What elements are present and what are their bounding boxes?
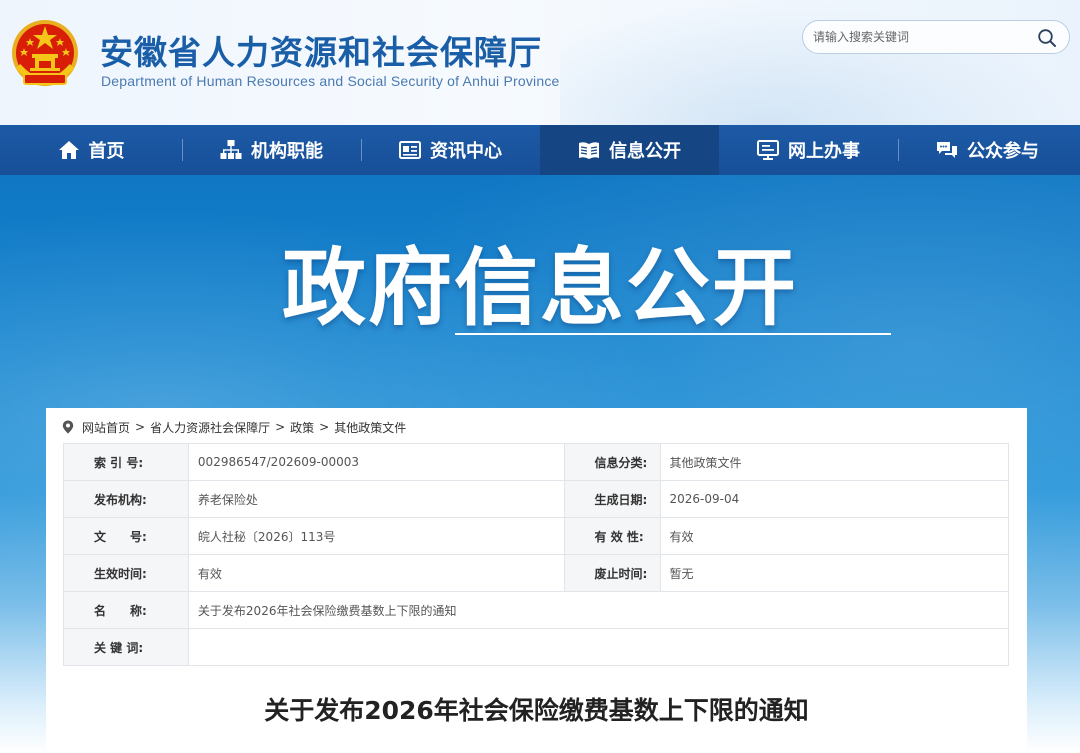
nav-item-public-participation[interactable]: 公众参与 — [898, 125, 1077, 175]
table-row: 关 键 词: — [63, 628, 1010, 666]
site-title[interactable]: 安徽省人力资源和社会保障厅 — [100, 26, 542, 74]
breadcrumb-home[interactable]: 网站首页 — [82, 419, 130, 436]
nav-item-label: 资讯中心 — [430, 141, 502, 162]
breadcrumb-policy[interactable]: 政策 — [290, 419, 314, 436]
effective-time-label: 生效时间: — [63, 554, 189, 592]
keywords-value — [187, 628, 1010, 666]
nav-item-label: 机构职能 — [251, 141, 323, 162]
chat-bubbles-icon — [937, 142, 957, 158]
created-date-label: 生成日期: — [563, 480, 661, 518]
nav-item-home[interactable]: 首页 — [0, 125, 182, 175]
table-row: 文 号: 皖人社秘〔2026〕113号 有 效 性: 有效 — [63, 517, 1009, 555]
table-row: 发布机构: 养老保险处 生成日期: 2026-09-04 — [63, 480, 1009, 518]
index-number-label: 索 引 号: — [63, 443, 189, 481]
nav-item-label: 公众参与 — [967, 141, 1039, 162]
keywords-label: 关 键 词: — [63, 628, 189, 666]
nav-item-info-disclosure[interactable]: 信息公开 — [540, 125, 719, 175]
home-icon — [58, 141, 79, 159]
document-info-table: 索 引 号: 002986547/202609-00003 信息分类: 其他政策… — [63, 443, 1010, 666]
banner-title: 政府信息公开 — [281, 239, 798, 337]
breadcrumb-separator: > — [135, 420, 146, 434]
category-value: 其他政策文件 — [659, 443, 1009, 481]
location-pin-icon — [62, 420, 74, 434]
nav-item-label: 首页 — [88, 141, 125, 162]
document-name-value: 关于发布2026年社会保险缴费基数上下限的通知 — [187, 591, 1010, 629]
banner-divider — [455, 333, 891, 335]
effective-time-value: 有效 — [187, 554, 565, 592]
monitor-icon — [757, 140, 779, 160]
document-name-label: 名 称: — [63, 591, 189, 629]
breadcrumb-department[interactable]: 省人力资源社会保障厅 — [150, 419, 270, 436]
validity-value: 有效 — [659, 517, 1009, 555]
table-row: 索 引 号: 002986547/202609-00003 信息分类: 其他政策… — [63, 443, 1009, 481]
nav-item-label: 信息公开 — [609, 141, 681, 162]
breadcrumb-current[interactable]: 其他政策文件 — [334, 419, 406, 436]
index-number-value: 002986547/202609-00003 — [187, 443, 565, 481]
document-number-label: 文 号: — [63, 517, 189, 555]
publisher-label: 发布机构: — [63, 480, 189, 518]
national-emblem-icon[interactable] — [10, 16, 80, 94]
open-book-icon — [579, 142, 599, 159]
nav-item-organization[interactable]: 机构职能 — [182, 125, 361, 175]
search-input[interactable] — [813, 21, 1033, 53]
site-subtitle: Department of Human Resources and Social… — [101, 73, 560, 89]
org-chart-icon — [220, 140, 242, 159]
document-title: 关于发布2026年社会保险缴费基数上下限的通知 — [264, 696, 809, 725]
content-card: 网站首页 > 省人力资源社会保障厅 > 政策 > 其他政策文件 索 引 号: 0… — [46, 408, 1027, 753]
site-header: 安徽省人力资源和社会保障厅 Department of Human Resour… — [0, 0, 1080, 125]
document-number-value: 皖人社秘〔2026〕113号 — [187, 517, 565, 555]
search-icon[interactable] — [1037, 28, 1057, 48]
breadcrumb-separator: > — [275, 420, 286, 434]
publisher-value: 养老保险处 — [187, 480, 565, 518]
breadcrumb: 网站首页 > 省人力资源社会保障厅 > 政策 > 其他政策文件 — [62, 418, 406, 436]
news-icon — [399, 141, 421, 159]
validity-label: 有 效 性: — [563, 517, 661, 555]
main-nav: 首页 机构职能 资讯中心 信息公开 网上办事 公众参与 — [0, 125, 1080, 175]
category-label: 信息分类: — [563, 443, 661, 481]
table-row: 名 称: 关于发布2026年社会保险缴费基数上下限的通知 — [63, 591, 1010, 629]
breadcrumb-separator: > — [319, 420, 330, 434]
expiry-time-label: 废止时间: — [563, 554, 661, 592]
nav-item-news[interactable]: 资讯中心 — [361, 125, 540, 175]
search-box — [802, 20, 1070, 54]
nav-item-label: 网上办事 — [788, 141, 860, 162]
expiry-time-value: 暂无 — [659, 554, 1009, 592]
created-date-value: 2026-09-04 — [659, 480, 1009, 518]
nav-item-online-services[interactable]: 网上办事 — [719, 125, 898, 175]
table-row: 生效时间: 有效 废止时间: 暂无 — [63, 554, 1009, 592]
